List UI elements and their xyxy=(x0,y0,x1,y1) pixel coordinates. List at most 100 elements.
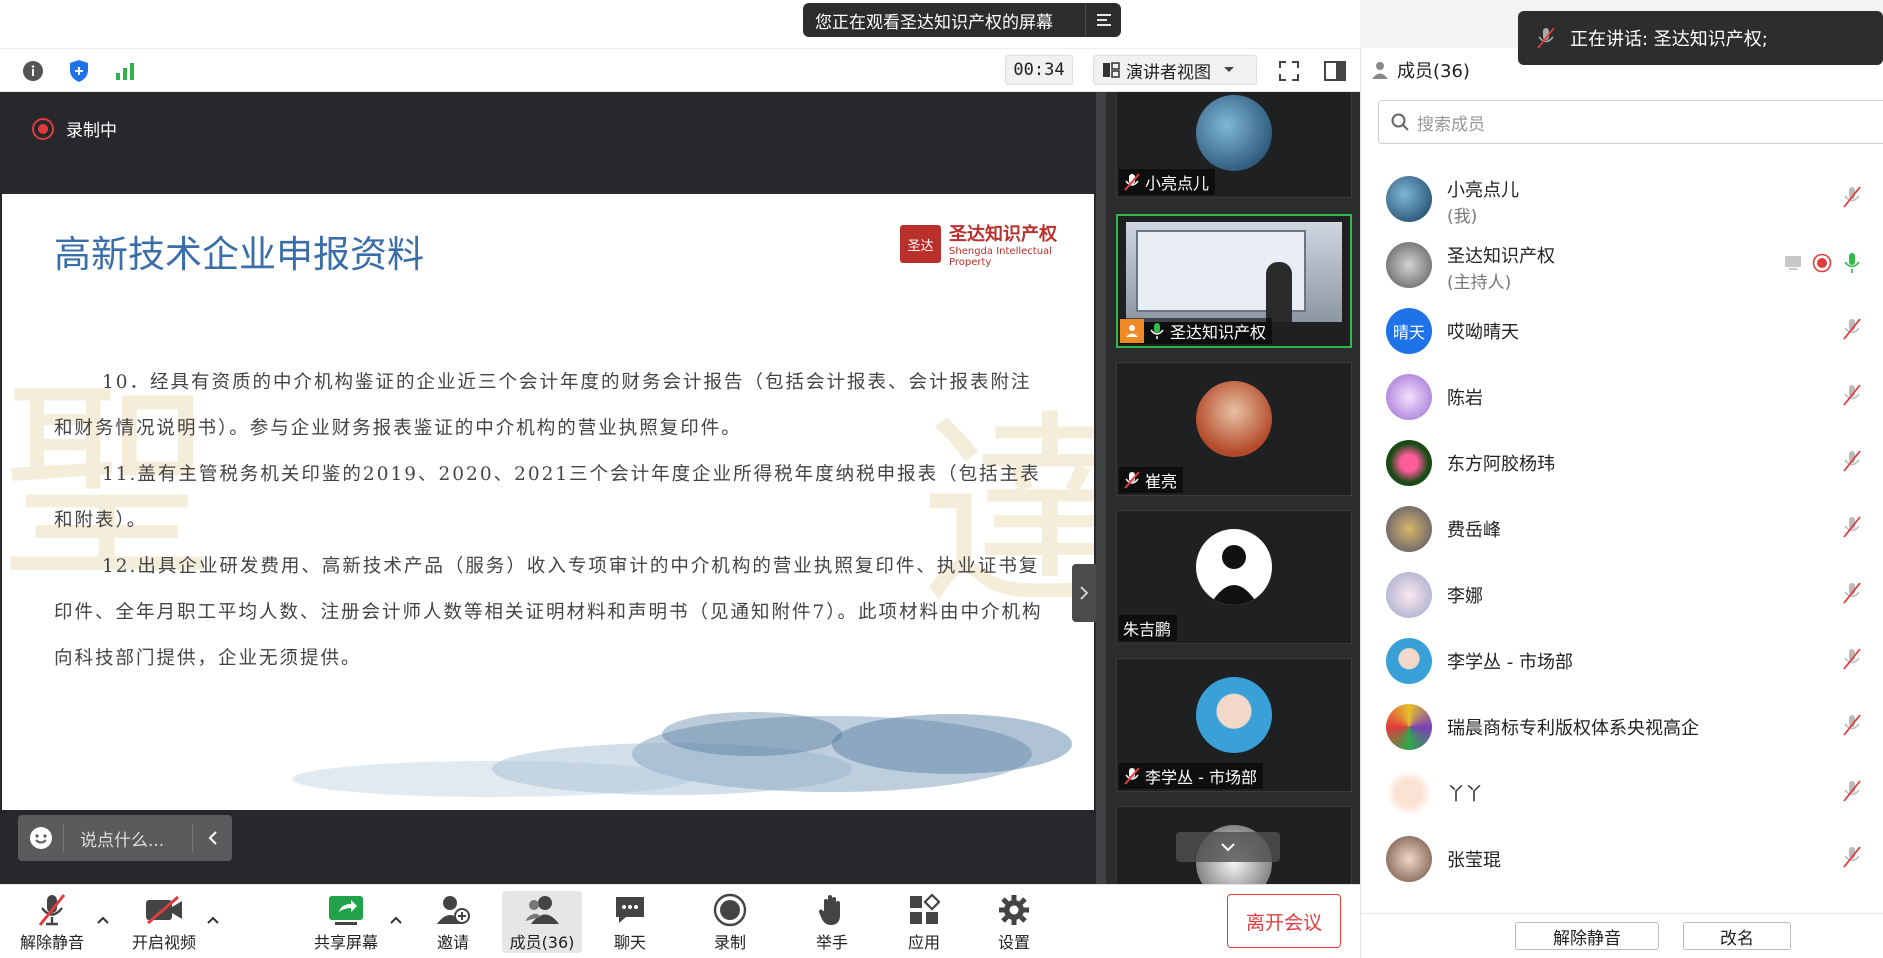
chat-placeholder[interactable]: 说点什么... xyxy=(64,826,192,851)
view-mode-select[interactable]: 演讲者视图 xyxy=(1093,55,1257,85)
avatar xyxy=(1196,677,1272,753)
brand-seal: 圣达 xyxy=(900,225,942,263)
slide-paragraph: 12.出具企业研发费用、高新技术产品（服务）收入专项审计的中介机构的营业执照复印… xyxy=(54,556,1043,669)
search-placeholder: 搜索成员 xyxy=(1417,114,1485,135)
collapse-gallery-handle[interactable] xyxy=(1072,564,1096,622)
video-tile-active[interactable]: 圣达知识产权 xyxy=(1116,214,1352,348)
member-row[interactable]: 瑞晨商标专利版权体系央视高企 xyxy=(1361,694,1883,760)
recording-dot-icon xyxy=(1812,253,1832,277)
members-button[interactable]: 成员(36) xyxy=(502,891,582,953)
mic-muted-icon[interactable] xyxy=(1842,317,1862,345)
avatar xyxy=(1386,374,1432,420)
speaker-video xyxy=(1126,222,1342,322)
mic-muted-icon[interactable] xyxy=(1842,581,1862,609)
avatar xyxy=(1386,242,1432,288)
top-bar: 您正在观看圣达知识产权的屏幕 00:34 演讲者视图 xyxy=(0,0,1360,92)
member-row[interactable]: 费岳峰 xyxy=(1361,496,1883,562)
invite-button[interactable]: 邀请 xyxy=(426,891,480,953)
signal-icon[interactable] xyxy=(112,58,138,84)
chevron-right-icon xyxy=(1080,586,1089,600)
banner-text: 您正在观看圣达知识产权的屏幕 xyxy=(815,12,1053,33)
member-row[interactable]: 圣达知识产权 (主持人) xyxy=(1361,232,1883,298)
sidebar-toggle-icon[interactable] xyxy=(1322,58,1348,84)
chevron-down-icon xyxy=(1221,843,1235,852)
avatar xyxy=(1386,704,1432,750)
video-tile[interactable]: 朱吉鹏 xyxy=(1116,510,1352,644)
members-panel: 成员(36) 搜索成员 小亮点儿 (我) 圣达知识产权 (主持人) 晴天 哎呦晴… xyxy=(1360,48,1883,958)
avatar xyxy=(1386,836,1432,882)
member-row[interactable]: 小亮点儿 (我) xyxy=(1361,166,1883,232)
chevron-up-icon[interactable] xyxy=(206,913,220,929)
member-row[interactable]: 张莹琨 xyxy=(1361,826,1883,892)
invite-icon xyxy=(437,896,470,924)
chevron-down-icon xyxy=(1224,67,1234,72)
start-video-button[interactable]: 开启视频 xyxy=(128,891,200,953)
gear-icon xyxy=(999,895,1029,925)
emoji-icon[interactable] xyxy=(18,824,64,852)
member-row[interactable]: 李学丛 - 市场部 xyxy=(1361,628,1883,694)
video-tile[interactable]: 崔亮 xyxy=(1116,362,1352,496)
members-icon xyxy=(525,896,559,924)
avatar xyxy=(1386,506,1432,552)
shared-slide: 聖 達 高新技术企业申报资料 圣达 圣达知识产权 Shengda Intelle… xyxy=(2,194,1094,810)
mic-muted-icon[interactable] xyxy=(1842,647,1862,675)
mic-muted-icon xyxy=(38,894,66,926)
search-icon xyxy=(1391,113,1409,131)
video-tile[interactable]: 小亮点儿 xyxy=(1116,92,1352,198)
apps-button[interactable]: 应用 xyxy=(898,891,950,953)
avatar xyxy=(1196,529,1272,605)
chevron-up-icon[interactable] xyxy=(96,913,110,929)
mic-muted-icon[interactable] xyxy=(1842,185,1862,213)
chevron-up-icon[interactable] xyxy=(389,913,403,929)
member-row[interactable]: 李娜 xyxy=(1361,562,1883,628)
avatar xyxy=(1196,381,1272,457)
mic-muted-icon[interactable] xyxy=(1842,449,1862,477)
settings-button[interactable]: 设置 xyxy=(988,891,1040,953)
slide-title: 高新技术企业申报资料 xyxy=(54,233,424,276)
chat-input-box[interactable]: 说点什么... xyxy=(18,815,232,861)
mic-muted-icon[interactable] xyxy=(1842,383,1862,411)
info-icon[interactable] xyxy=(20,58,46,84)
tile-label: 崔亮 xyxy=(1119,467,1184,493)
mic-muted-icon xyxy=(1124,767,1140,785)
leave-meeting-button[interactable]: 离开会议 xyxy=(1227,894,1341,948)
member-list[interactable]: 小亮点儿 (我) 圣达知识产权 (主持人) 晴天 哎呦晴天 陈岩 东方阿胶杨玮 … xyxy=(1361,166,1883,914)
record-button[interactable]: 录制 xyxy=(706,891,754,953)
video-gallery[interactable]: 小亮点儿 圣达知识产权 崔亮 朱吉鹏 李学丛 - 市场部 xyxy=(1096,92,1360,884)
rename-button[interactable]: 改名 xyxy=(1683,922,1791,950)
tile-label: 小亮点儿 xyxy=(1119,169,1216,195)
mic-muted-icon xyxy=(1124,471,1140,489)
avatar: 晴天 xyxy=(1386,308,1432,354)
mic-active-icon[interactable] xyxy=(1842,251,1862,279)
member-row[interactable]: 晴天 哎呦晴天 xyxy=(1361,298,1883,364)
chevron-left-icon[interactable] xyxy=(192,824,232,852)
gallery-scroll-down[interactable] xyxy=(1176,832,1280,862)
hand-icon xyxy=(818,895,840,925)
video-tile[interactable]: 李学丛 - 市场部 xyxy=(1116,658,1352,792)
chat-icon xyxy=(616,897,644,923)
mic-muted-icon[interactable] xyxy=(1842,515,1862,543)
fullscreen-icon[interactable] xyxy=(1276,58,1302,84)
apps-icon xyxy=(910,894,940,924)
mic-muted-icon[interactable] xyxy=(1842,779,1862,807)
avatar xyxy=(1386,176,1432,222)
member-row[interactable]: 东方阿胶杨玮 xyxy=(1361,430,1883,496)
members-panel-title: 成员(36) xyxy=(1397,61,1470,82)
unmute-all-button[interactable]: 解除静音 xyxy=(1515,922,1659,950)
shield-icon[interactable] xyxy=(66,58,92,84)
view-mode-label: 演讲者视图 xyxy=(1126,62,1211,83)
mic-muted-icon[interactable] xyxy=(1842,845,1862,873)
member-row[interactable]: 陈岩 xyxy=(1361,364,1883,430)
share-screen-button[interactable]: 共享屏幕 xyxy=(310,891,382,953)
member-row[interactable]: 丫丫 xyxy=(1361,760,1883,826)
mic-muted-icon[interactable] xyxy=(1842,713,1862,741)
slide-paragraph: 10．经具有资质的中介机构鉴证的企业近三个会计年度的财务会计报告（包括会计报表、… xyxy=(54,372,1032,439)
avatar xyxy=(1386,440,1432,486)
raise-hand-button[interactable]: 举手 xyxy=(806,891,858,953)
ink-mountain-decoration xyxy=(292,712,1072,797)
chat-button[interactable]: 聊天 xyxy=(604,891,656,953)
record-icon xyxy=(713,893,747,927)
banner-menu-icon[interactable] xyxy=(1085,3,1121,37)
unmute-button[interactable]: 解除静音 xyxy=(16,891,88,953)
member-search-input[interactable]: 搜索成员 xyxy=(1378,100,1883,144)
